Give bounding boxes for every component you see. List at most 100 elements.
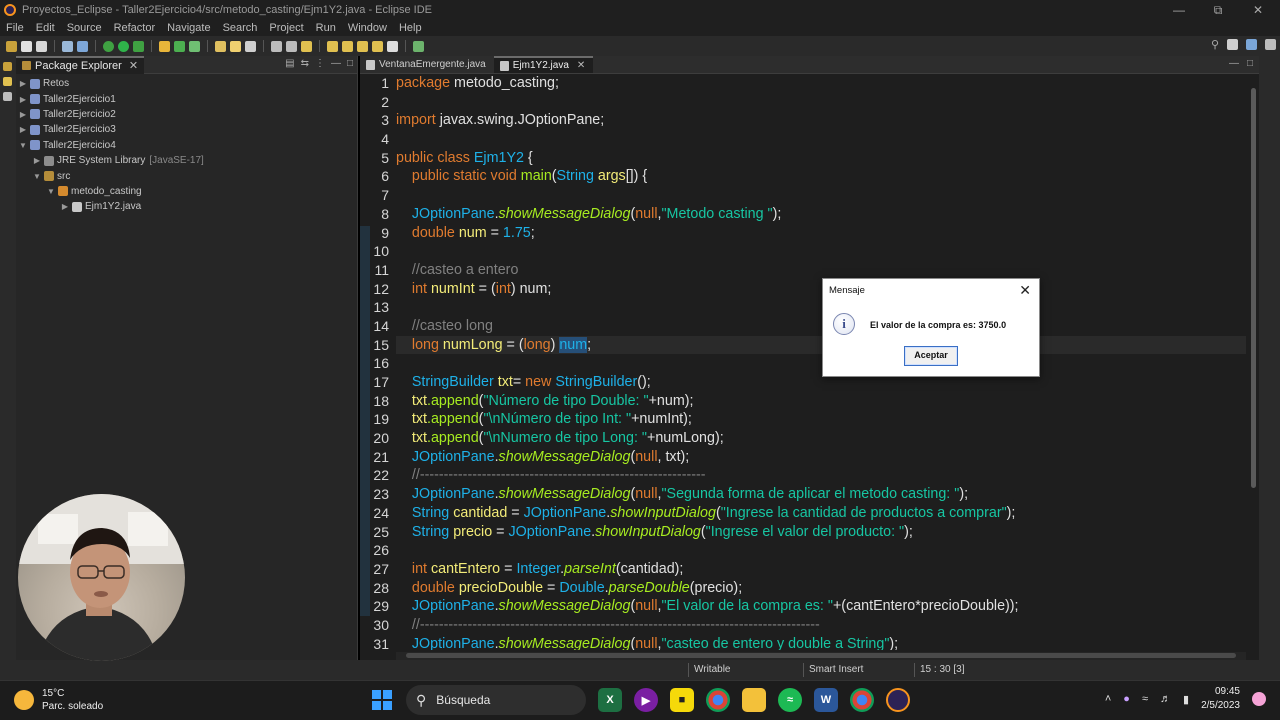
- chrome-profile-icon[interactable]: [850, 688, 874, 712]
- coverage-icon[interactable]: [133, 40, 144, 52]
- terminal-icon[interactable]: [62, 40, 73, 52]
- tab-ventanaemergente[interactable]: VentanaEmergente.java: [360, 56, 494, 73]
- tree-item-taller2ejercicio2[interactable]: ▶ Taller2Ejercicio2: [16, 107, 357, 122]
- clock[interactable]: 09:45 2/5/2023: [1201, 685, 1240, 713]
- ok-button[interactable]: Aceptar: [904, 346, 958, 366]
- eclipse-icon[interactable]: [886, 688, 910, 712]
- chevron-right-icon[interactable]: ▶: [18, 79, 28, 88]
- new-java-project-icon[interactable]: [159, 40, 170, 52]
- back-icon[interactable]: [357, 40, 368, 52]
- horizontal-scrollbar[interactable]: [396, 652, 1246, 660]
- save-all-icon[interactable]: [36, 40, 47, 52]
- weather-widget[interactable]: 15°C Parc. soleado: [14, 687, 103, 713]
- scrollbar-thumb[interactable]: [1251, 88, 1256, 488]
- taskbar-search[interactable]: ⚲ Búsqueda: [406, 685, 586, 715]
- search-toolbar-icon[interactable]: [245, 40, 256, 52]
- chrome-icon[interactable]: [706, 688, 730, 712]
- previous-annotation-icon[interactable]: [342, 40, 353, 52]
- chevron-right-icon[interactable]: ▶: [60, 202, 70, 211]
- toggle-mark-icon[interactable]: [271, 40, 282, 52]
- chevron-right-icon[interactable]: ▶: [18, 95, 28, 104]
- tree-item-metodo-casting[interactable]: ▼ metodo_casting: [16, 184, 357, 199]
- close-window-icon[interactable]: ✕: [1240, 0, 1276, 20]
- link-editor-icon[interactable]: ⇆: [301, 58, 309, 69]
- tree-item-src[interactable]: ▼ src: [16, 168, 357, 183]
- menu-file[interactable]: File: [0, 22, 30, 34]
- menu-help[interactable]: Help: [393, 22, 428, 34]
- annotation-icon[interactable]: [301, 40, 312, 52]
- chevron-right-icon[interactable]: ▶: [18, 110, 28, 119]
- tree-item-ejm1y2[interactable]: ▶ Ejm1Y2.java: [16, 199, 357, 214]
- minimize-editor-icon[interactable]: —: [1229, 58, 1239, 69]
- tree-item-taller2ejercicio3[interactable]: ▶ Taller2Ejercicio3: [16, 122, 357, 137]
- menu-refactor[interactable]: Refactor: [108, 22, 162, 34]
- search-icon[interactable]: ⚲: [1211, 38, 1219, 51]
- excel-icon[interactable]: X: [598, 688, 622, 712]
- close-icon[interactable]: ✕: [129, 59, 138, 72]
- debug-perspective-icon[interactable]: [1265, 39, 1276, 50]
- minimized-view-icon[interactable]: [3, 62, 12, 71]
- menu-source[interactable]: Source: [61, 22, 108, 34]
- chevron-down-icon[interactable]: ▼: [46, 187, 56, 196]
- chevron-down-icon[interactable]: ▼: [32, 172, 42, 181]
- pin-editor-icon[interactable]: [413, 40, 424, 52]
- new-package-icon[interactable]: [174, 40, 185, 52]
- skip-breakpoints-icon[interactable]: [77, 40, 88, 52]
- chevron-up-icon[interactable]: ˄: [1105, 693, 1111, 705]
- menu-project[interactable]: Project: [263, 22, 309, 34]
- menu-navigate[interactable]: Navigate: [161, 22, 216, 34]
- menu-edit[interactable]: Edit: [30, 22, 61, 34]
- chevron-right-icon[interactable]: ▶: [32, 156, 42, 165]
- save-icon[interactable]: [21, 40, 32, 52]
- media-player-icon[interactable]: ▶: [634, 688, 658, 712]
- minimize-view-icon[interactable]: —: [331, 58, 341, 69]
- notification-icon[interactable]: [1252, 692, 1266, 706]
- tree-item-taller2ejercicio4[interactable]: ▼ Taller2Ejercicio4: [16, 138, 357, 153]
- maximize-view-icon[interactable]: □: [347, 58, 353, 69]
- forward-icon[interactable]: [372, 40, 383, 52]
- code-area[interactable]: package metodo_casting; import javax.swi…: [396, 74, 1246, 650]
- string-literal: "\nNúmero de tipo Int: ": [483, 411, 632, 428]
- volume-icon[interactable]: ♬: [1160, 693, 1171, 705]
- menu-search[interactable]: Search: [217, 22, 264, 34]
- minimize-icon[interactable]: —: [1161, 0, 1197, 20]
- chevron-down-icon[interactable]: ▼: [18, 141, 28, 150]
- java-perspective-icon[interactable]: [1246, 39, 1257, 50]
- arrow-right-icon[interactable]: [387, 40, 398, 52]
- maximize-editor-icon[interactable]: □: [1247, 58, 1253, 69]
- tree-item-jre-library[interactable]: ▶ JRE System Library [JavaSE-17]: [16, 153, 357, 168]
- microphone-icon[interactable]: ●: [1123, 693, 1130, 705]
- menu-window[interactable]: Window: [342, 22, 393, 34]
- new-icon[interactable]: [6, 40, 17, 52]
- restore-icon[interactable]: ⧉: [1200, 0, 1236, 20]
- tree-item-taller2ejercicio1[interactable]: ▶ Taller2Ejercicio1: [16, 91, 357, 106]
- close-icon[interactable]: ✕: [1019, 282, 1031, 299]
- collapse-all-icon[interactable]: ▤: [285, 58, 294, 69]
- debug-icon[interactable]: [103, 40, 114, 52]
- tab-package-explorer[interactable]: Package Explorer ✕: [16, 55, 145, 74]
- outline-icon[interactable]: [3, 92, 12, 101]
- spotify-icon[interactable]: ≈: [778, 688, 802, 712]
- close-icon[interactable]: ✕: [577, 60, 585, 71]
- new-class-icon[interactable]: [189, 40, 200, 52]
- word-wrap-icon[interactable]: [286, 40, 297, 52]
- word-icon[interactable]: W: [814, 688, 838, 712]
- task-list-icon[interactable]: [3, 77, 12, 86]
- menu-run[interactable]: Run: [310, 22, 342, 34]
- open-type-icon[interactable]: [215, 40, 226, 52]
- next-annotation-icon[interactable]: [327, 40, 338, 52]
- vertical-scrollbar[interactable]: [1251, 84, 1257, 644]
- scrollbar-thumb[interactable]: [406, 653, 1236, 658]
- view-menu-icon[interactable]: ⋮: [315, 58, 325, 69]
- tree-item-retos[interactable]: ▶ Retos: [16, 76, 357, 91]
- tab-ejm1y2[interactable]: Ejm1Y2.java ✕: [493, 56, 594, 73]
- open-task-icon[interactable]: [230, 40, 241, 52]
- wifi-icon[interactable]: ≈: [1142, 693, 1148, 705]
- sticky-notes-icon[interactable]: ■: [670, 688, 694, 712]
- battery-icon[interactable]: ▮: [1183, 693, 1189, 706]
- file-explorer-icon[interactable]: [742, 688, 766, 712]
- chevron-right-icon[interactable]: ▶: [18, 125, 28, 134]
- open-perspective-icon[interactable]: [1227, 39, 1238, 50]
- run-icon[interactable]: [118, 40, 129, 52]
- windows-start-icon[interactable]: [370, 688, 394, 712]
